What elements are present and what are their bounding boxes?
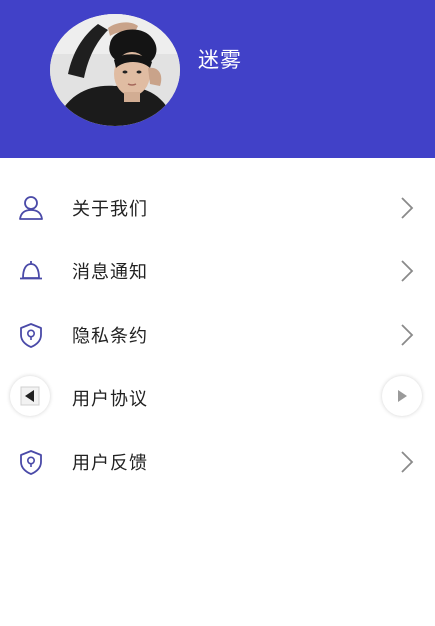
menu-item-label: 用户反馈	[72, 452, 148, 474]
chevron-right-icon	[399, 259, 415, 283]
profile-header: 迷雾	[0, 0, 435, 158]
menu-item-user-feedback[interactable]: 用户反馈	[0, 430, 435, 494]
next-button[interactable]	[382, 376, 422, 416]
menu-item-label: 隐私条约	[72, 325, 148, 347]
previous-button[interactable]	[10, 376, 50, 416]
settings-menu: 关于我们 消息通知 隐私条约 用户协议 用户反馈	[0, 176, 435, 494]
menu-item-label: 关于我们	[72, 198, 148, 220]
menu-item-notifications[interactable]: 消息通知	[0, 240, 435, 304]
menu-item-label: 消息通知	[72, 262, 148, 284]
shield-icon	[16, 447, 46, 477]
person-icon	[16, 193, 46, 223]
triangle-right-icon	[398, 390, 407, 402]
bell-icon	[16, 256, 46, 286]
menu-item-privacy-policy[interactable]: 隐私条约	[0, 303, 435, 367]
avatar-photo	[50, 14, 180, 126]
menu-item-user-agreement[interactable]: 用户协议	[0, 367, 435, 431]
triangle-left-icon	[20, 386, 40, 406]
username: 迷雾	[198, 48, 242, 72]
chevron-right-icon	[399, 323, 415, 347]
shield-icon	[16, 320, 46, 350]
chevron-right-icon	[399, 196, 415, 220]
menu-item-about-us[interactable]: 关于我们	[0, 176, 435, 240]
avatar[interactable]	[50, 14, 180, 126]
chevron-right-icon	[399, 450, 415, 474]
menu-item-label: 用户协议	[72, 389, 148, 411]
